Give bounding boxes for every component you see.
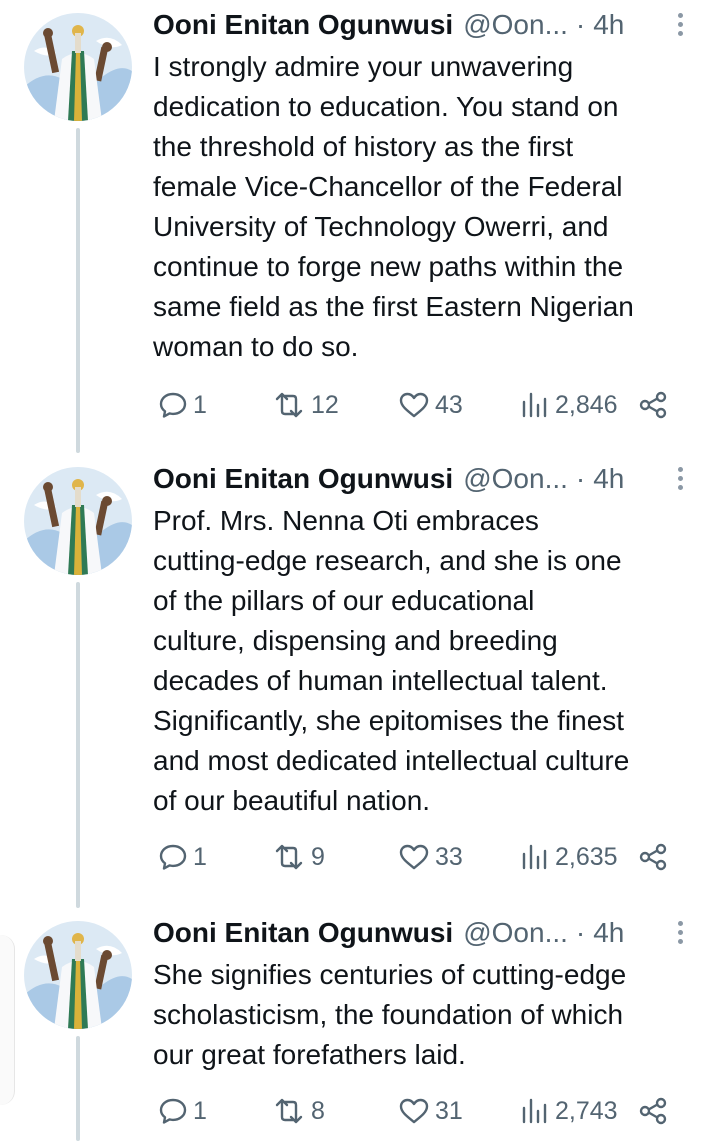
avatar[interactable] — [24, 921, 132, 1029]
reply-count: 1 — [193, 1096, 207, 1125]
like-button[interactable]: 31 — [397, 1091, 463, 1131]
retweet-icon — [275, 844, 303, 870]
views-count: 2,743 — [555, 1096, 618, 1125]
views-button[interactable]: 2,743 — [519, 1091, 618, 1131]
retweet-count: 9 — [311, 842, 325, 871]
tweet-header: Ooni Enitan Ogunwusi @Oon... · 4h — [153, 913, 673, 953]
tweet-actions: 1 12 43 2,846 — [153, 385, 683, 425]
author-name[interactable]: Ooni Enitan Ogunwusi — [153, 913, 453, 953]
avatar-photo — [24, 13, 132, 121]
more-options-icon[interactable] — [676, 13, 684, 39]
retweet-count: 8 — [311, 1096, 325, 1125]
share-icon — [639, 391, 667, 419]
tweet[interactable]: Ooni Enitan Ogunwusi @Oon... · 4h Prof. … — [0, 459, 720, 899]
tweet-text: Prof. Mrs. Nenna Oti embraces cutting-ed… — [153, 505, 630, 816]
tweet-text: I strongly admire your unwavering dedica… — [153, 51, 634, 362]
more-options-icon[interactable] — [676, 921, 684, 947]
separator-dot: · — [575, 9, 586, 40]
separator-dot: · — [575, 917, 586, 948]
author-handle[interactable]: @Oon... — [463, 5, 568, 45]
like-count: 31 — [435, 1096, 463, 1125]
author-handle[interactable]: @Oon... — [463, 913, 568, 953]
tweet[interactable]: Ooni Enitan Ogunwusi @Oon... · 4h She si… — [0, 913, 720, 1141]
avatar-photo — [24, 921, 132, 1029]
retweet-icon — [275, 392, 303, 418]
author-handle[interactable]: @Oon... — [463, 459, 568, 499]
views-count: 2,846 — [555, 390, 618, 419]
avatar[interactable] — [24, 467, 132, 575]
reply-count: 1 — [193, 390, 207, 419]
author-name[interactable]: Ooni Enitan Ogunwusi — [153, 459, 453, 499]
author-name[interactable]: Ooni Enitan Ogunwusi — [153, 5, 453, 45]
share-button[interactable] — [637, 837, 669, 877]
views-icon — [522, 392, 547, 418]
reply-button[interactable]: 1 — [157, 1091, 207, 1131]
views-icon — [522, 844, 547, 870]
more-options-icon[interactable] — [676, 467, 684, 493]
avatar-photo — [24, 467, 132, 575]
separator-dot: · — [575, 463, 586, 494]
tweet-header: Ooni Enitan Ogunwusi @Oon... · 4h — [153, 459, 673, 499]
tweet-text: She signifies centuries of cutting-edge … — [153, 959, 627, 1070]
tweet-time[interactable]: 4h — [593, 913, 624, 953]
share-button[interactable] — [637, 1091, 669, 1131]
like-button[interactable]: 33 — [397, 837, 463, 877]
retweet-button[interactable]: 9 — [271, 837, 325, 877]
share-button[interactable] — [637, 385, 669, 425]
tweet-actions: 1 9 33 2,635 — [153, 837, 683, 877]
tweet-time[interactable]: 4h — [593, 459, 624, 499]
heart-icon — [399, 392, 429, 418]
views-button[interactable]: 2,846 — [519, 385, 618, 425]
thread-view: Ooni Enitan Ogunwusi @Oon... · 4h I stro… — [0, 0, 720, 1141]
tweet[interactable]: Ooni Enitan Ogunwusi @Oon... · 4h I stro… — [0, 5, 720, 445]
tweet-time[interactable]: 4h — [593, 5, 624, 45]
like-count: 33 — [435, 842, 463, 871]
share-icon — [639, 1097, 667, 1125]
views-button[interactable]: 2,635 — [519, 837, 618, 877]
retweet-icon — [275, 1098, 303, 1124]
tweet-actions: 1 8 31 2,743 — [153, 1091, 683, 1131]
reply-count: 1 — [193, 842, 207, 871]
retweet-button[interactable]: 8 — [271, 1091, 325, 1131]
reply-icon — [159, 392, 187, 418]
retweet-button[interactable]: 12 — [271, 385, 339, 425]
reply-button[interactable]: 1 — [157, 385, 207, 425]
reply-button[interactable]: 1 — [157, 837, 207, 877]
reply-icon — [159, 1098, 187, 1124]
tweet-header: Ooni Enitan Ogunwusi @Oon... · 4h — [153, 5, 673, 45]
avatar[interactable] — [24, 13, 132, 121]
views-icon — [522, 1098, 547, 1124]
views-count: 2,635 — [555, 842, 618, 871]
like-count: 43 — [435, 390, 463, 419]
reply-icon — [159, 844, 187, 870]
retweet-count: 12 — [311, 390, 339, 419]
share-icon — [639, 843, 667, 871]
heart-icon — [399, 844, 429, 870]
heart-icon — [399, 1098, 429, 1124]
like-button[interactable]: 43 — [397, 385, 463, 425]
